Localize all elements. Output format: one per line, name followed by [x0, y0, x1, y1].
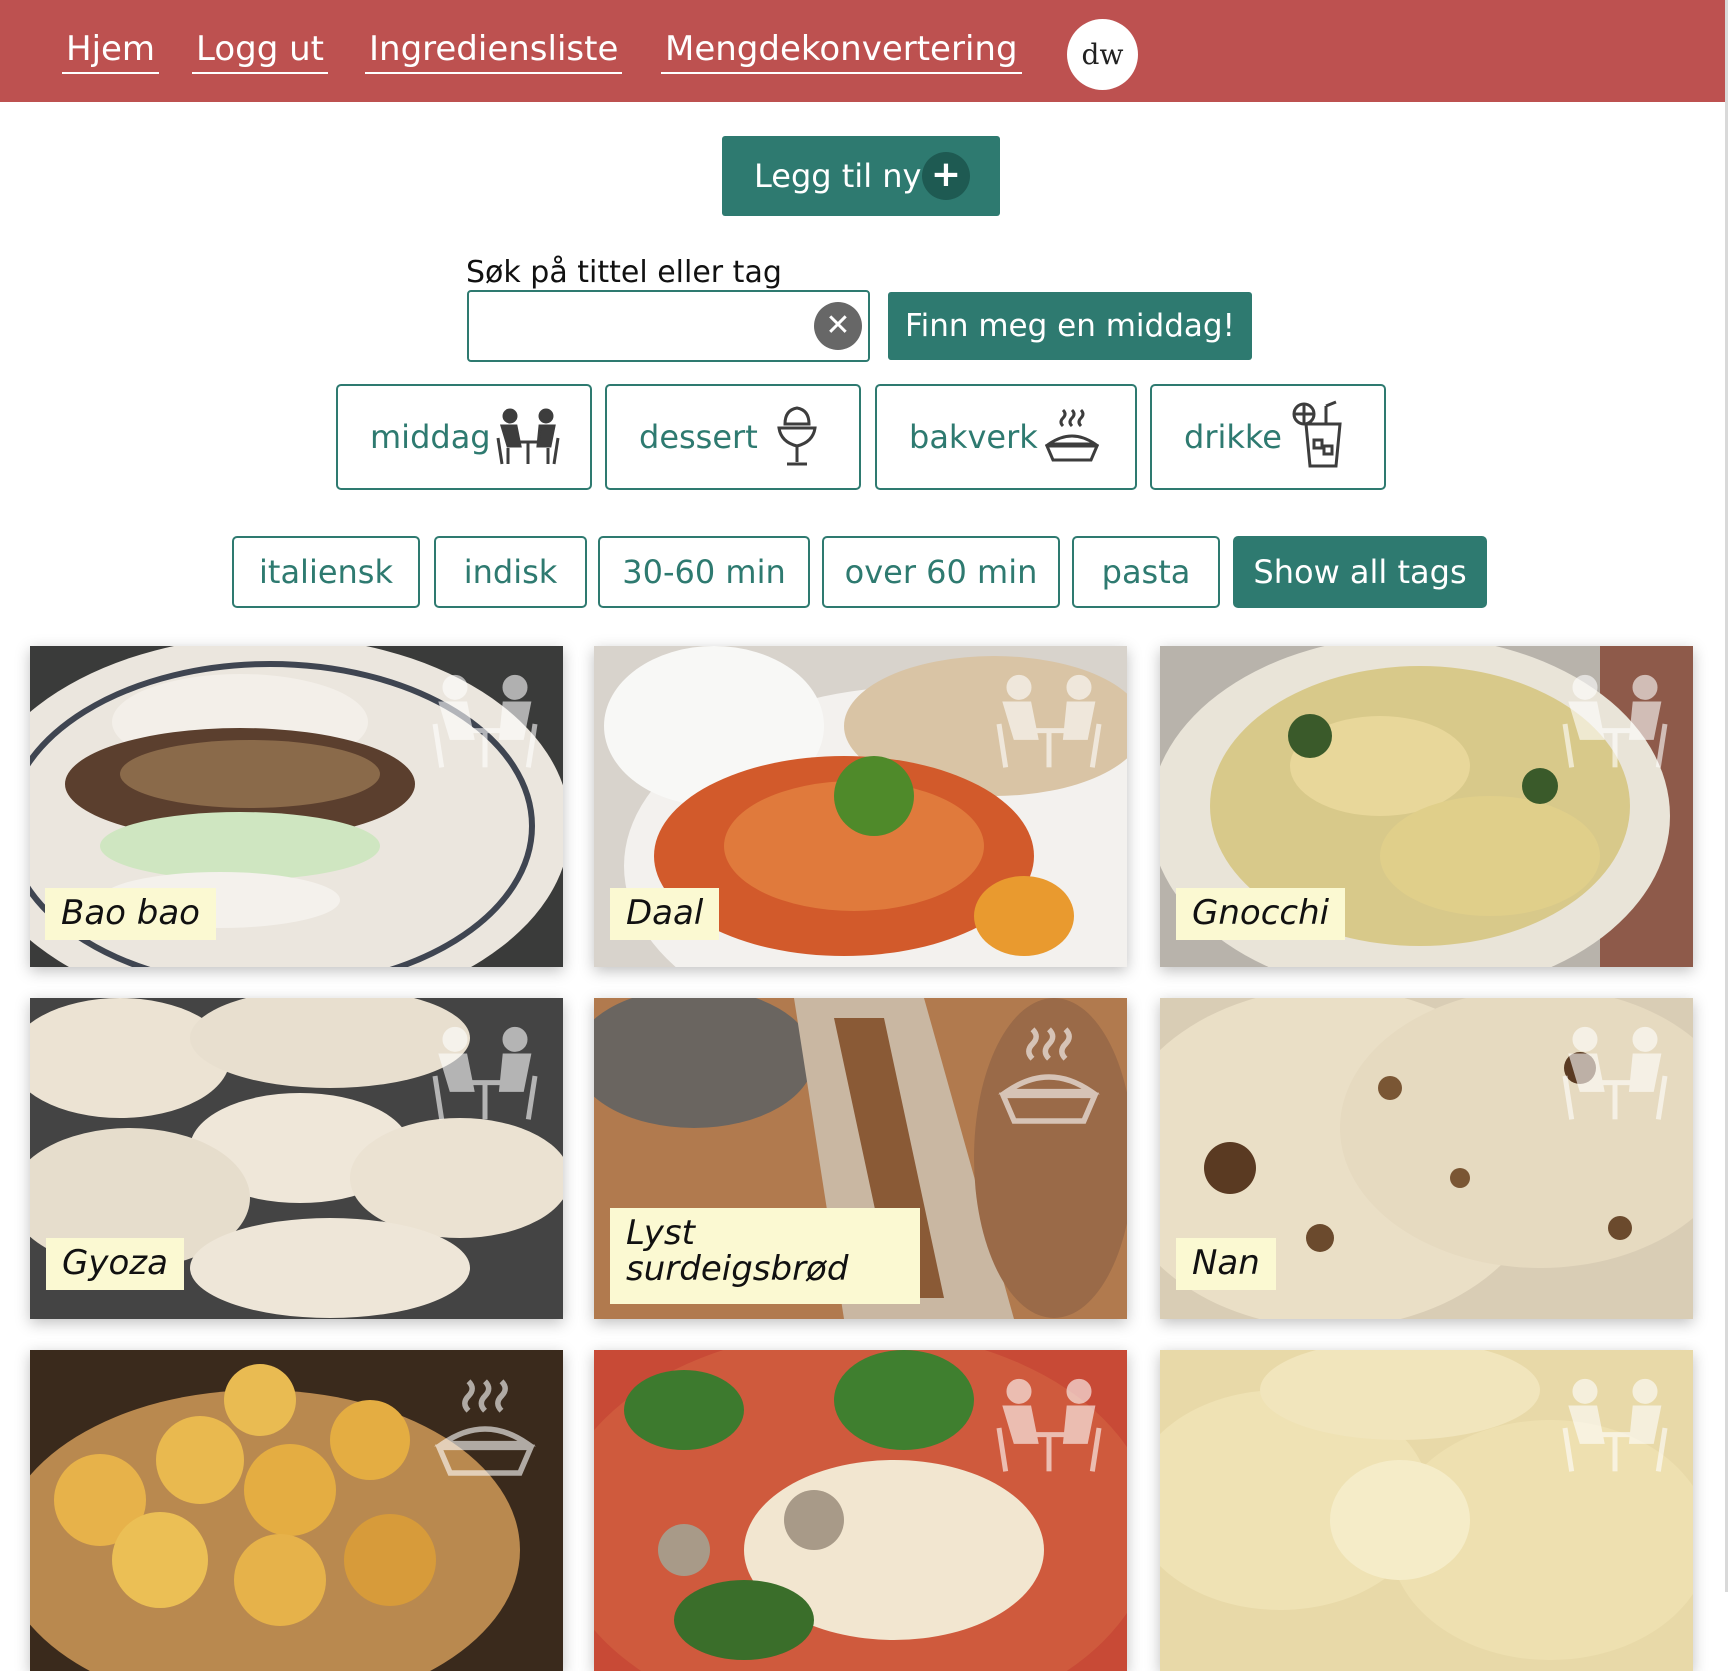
clear-search-icon[interactable]: ✕ — [814, 302, 862, 350]
recipe-card[interactable] — [1160, 1350, 1693, 1671]
tag-button[interactable]: over 60 min — [822, 536, 1060, 608]
tag-button[interactable]: pasta — [1072, 536, 1220, 608]
search-input[interactable] — [467, 290, 870, 362]
dinner-people-icon — [996, 674, 1102, 768]
top-navigation-bar: Hjem Logg ut Ingrediensliste Mengdekonve… — [0, 0, 1725, 102]
category-label: drikke — [1184, 418, 1282, 456]
show-all-tags-button[interactable]: Show all tags — [1233, 536, 1487, 608]
recipe-title: Daal — [610, 888, 720, 940]
nav-ingredients-link[interactable]: Ingrediensliste — [365, 28, 623, 74]
dinner-people-icon — [1562, 674, 1668, 768]
drink-glass-icon — [1292, 400, 1342, 468]
user-avatar[interactable]: dw — [1067, 19, 1138, 90]
pie-icon — [998, 1027, 1100, 1124]
category-label: bakverk — [909, 418, 1038, 456]
dinner-people-icon — [496, 408, 560, 465]
category-dessert-button[interactable]: dessert — [605, 384, 861, 490]
dinner-people-icon — [1562, 1026, 1668, 1120]
category-label: dessert — [639, 418, 758, 456]
tag-button[interactable]: indisk — [434, 536, 587, 608]
recipe-card[interactable]: Lyst surdeigsbrød — [594, 998, 1127, 1319]
category-middag-button[interactable]: middag — [336, 384, 592, 490]
category-drikke-button[interactable]: drikke — [1150, 384, 1386, 490]
dinner-people-icon — [432, 674, 538, 768]
recipe-card[interactable]: Daal — [594, 646, 1127, 967]
find-dinner-button[interactable]: Finn meg en middag! — [888, 292, 1252, 360]
category-label: middag — [370, 418, 491, 456]
nav-logout-link[interactable]: Logg ut — [192, 28, 328, 74]
pie-icon — [1045, 408, 1099, 462]
tag-button[interactable]: italiensk — [232, 536, 420, 608]
recipe-card[interactable]: Bao bao — [30, 646, 563, 967]
recipe-card[interactable]: Nan — [1160, 998, 1693, 1319]
recipe-card[interactable] — [594, 1350, 1127, 1671]
recipe-card[interactable]: Gyoza — [30, 998, 563, 1319]
dinner-people-icon — [432, 1026, 538, 1120]
nav-home-link[interactable]: Hjem — [62, 28, 160, 74]
recipe-title: Gnocchi — [1176, 888, 1346, 940]
dinner-people-icon — [1562, 1378, 1668, 1472]
pie-icon — [434, 1379, 536, 1476]
recipe-card[interactable] — [30, 1350, 563, 1671]
nav-conversion-link[interactable]: Mengdekonvertering — [661, 28, 1022, 74]
recipe-title: Gyoza — [46, 1238, 184, 1290]
recipe-title: Bao bao — [45, 888, 216, 940]
recipe-card[interactable]: Gnocchi — [1160, 646, 1693, 967]
recipe-title: Nan — [1176, 1238, 1276, 1290]
recipe-title: Lyst surdeigsbrød — [610, 1208, 920, 1304]
tag-button[interactable]: 30-60 min — [598, 536, 810, 608]
add-new-label: Legg til ny — [754, 157, 922, 195]
search-label: Søk på tittel eller tag — [466, 255, 782, 290]
category-bakverk-button[interactable]: bakverk — [875, 384, 1137, 490]
plus-icon: + — [922, 152, 970, 200]
add-new-recipe-button[interactable]: Legg til ny + — [722, 136, 1000, 216]
dinner-people-icon — [996, 1378, 1102, 1472]
ice-cream-sundae-icon — [777, 406, 817, 466]
